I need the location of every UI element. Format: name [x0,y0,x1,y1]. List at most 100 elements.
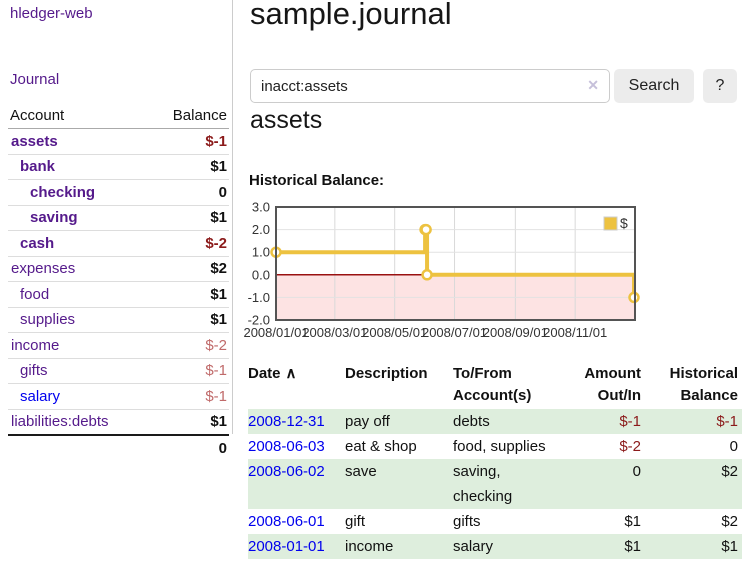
register-header-date[interactable]: Date∧ [248,363,345,408]
register-row: 2008-01-01 income salary $1 $1 [248,534,742,559]
accounts-total-value: 0 [219,440,227,457]
account-link-supplies[interactable]: supplies [10,311,75,328]
svg-text:2008/03/01: 2008/03/01 [302,325,367,340]
register-row: 2008-06-03 eat & shop food, supplies $-2… [248,434,742,459]
nav-journal-link[interactable]: Journal [10,71,59,88]
balance-cell: $2 [641,459,742,509]
register-header-balance: Historical Balance [641,363,742,408]
account-balance: $1 [210,209,227,226]
account-link-liabilities-debts[interactable]: liabilities:debts [10,413,109,430]
sort-asc-icon: ∧ [286,365,297,382]
account-row: income $-2 [8,332,229,358]
historical-balance-chart: $3.02.01.00.0-1.0-2.02008/01/012008/03/0… [248,200,742,345]
account-link-income[interactable]: income [10,337,59,354]
account-cell: salary [453,534,573,559]
date-link[interactable]: 2008-01-01 [248,538,325,555]
account-link-food[interactable]: food [10,286,49,303]
account-balance: $-1 [205,133,227,150]
date-link[interactable]: 2008-12-31 [248,413,325,430]
svg-text:2.0: 2.0 [252,222,270,237]
register-row: 2008-06-01 gift gifts $1 $2 [248,509,742,534]
accounts-header-account: Account [10,107,64,124]
description-cell: save [345,459,453,509]
date-link[interactable]: 2008-06-03 [248,438,325,455]
account-balance: $1 [210,286,227,303]
account-balance: $-1 [205,388,227,405]
search-input[interactable] [250,69,610,103]
date-link[interactable]: 2008-06-01 [248,513,325,530]
account-link-gifts[interactable]: gifts [10,362,48,379]
account-link-checking[interactable]: checking [10,184,95,201]
register-header-description: Description [345,363,453,408]
account-row: bank $1 [8,154,229,180]
balance-cell: $-1 [641,409,742,434]
register-header-amount: Amount Out/In [573,363,641,408]
account-link-cash[interactable]: cash [10,235,54,252]
balance-cell: $2 [641,509,742,534]
account-heading: assets [250,106,322,135]
account-cell: gifts [453,509,573,534]
account-cell: food, supplies [453,434,573,459]
accounts-table-header: Account Balance [8,102,229,129]
accounts-table: Account Balance assets $-1 bank $1 check… [8,102,229,461]
page-title: sample.journal [250,0,452,32]
clear-search-icon[interactable]: ✕ [587,77,599,94]
accounts-header-balance: Balance [173,107,227,124]
svg-text:2008/11/01: 2008/11/01 [543,325,607,340]
account-row: gifts $-1 [8,358,229,384]
amount-cell: $-1 [573,409,641,434]
balance-cell: $1 [641,534,742,559]
search-input-wrap: ✕ [250,69,610,103]
account-link-bank[interactable]: bank [10,158,55,175]
search-button[interactable]: Search [614,69,694,103]
main-content: sample.journal ✕ Search ? assets Histori… [248,0,742,582]
sidebar: hledger-web Journal Account Balance asse… [0,0,233,582]
sidebar-divider [232,0,233,434]
account-link-assets[interactable]: assets [10,133,58,150]
account-row: assets $-1 [8,129,229,154]
date-link[interactable]: 2008-06-02 [248,463,325,480]
help-button[interactable]: ? [703,69,737,103]
brand-link[interactable]: hledger-web [10,5,93,22]
account-row: checking 0 [8,179,229,205]
svg-text:2008/05/01: 2008/05/01 [362,325,427,340]
account-balance: $1 [210,413,227,430]
description-cell: gift [345,509,453,534]
account-link-saving[interactable]: saving [10,209,78,226]
account-row: liabilities:debts $1 [8,409,229,435]
account-row: supplies $1 [8,307,229,333]
description-cell: income [345,534,453,559]
account-link-expenses[interactable]: expenses [10,260,75,277]
svg-text:0.0: 0.0 [252,267,270,282]
search-form: ✕ Search ? [250,69,742,103]
account-row: salary $-1 [8,383,229,409]
register-header-row: Date∧ Description To/From Account(s) Amo… [248,363,742,408]
account-balance: $2 [210,260,227,277]
chart-title: Historical Balance: [249,172,384,189]
amount-cell: $-2 [573,434,641,459]
svg-text:-1.0: -1.0 [248,290,270,305]
account-cell: debts [453,409,573,434]
account-row: expenses $2 [8,256,229,282]
account-balance: 0 [219,184,227,201]
app-root: hledger-web Journal Account Balance asse… [0,0,742,582]
accounts-total-row: 0 [8,434,229,461]
register-row: 2008-12-31 pay off debts $-1 $-1 [248,409,742,434]
register-header-account: To/From Account(s) [453,363,573,408]
svg-text:2008/09/01: 2008/09/01 [483,325,548,340]
amount-cell: 0 [573,459,641,509]
account-balance: $-2 [205,235,227,252]
account-row: cash $-2 [8,230,229,256]
balance-cell: 0 [641,434,742,459]
account-balance: $-2 [205,337,227,354]
account-balance: $1 [210,311,227,328]
account-link-salary[interactable]: salary [10,388,60,405]
account-cell: saving, checking [453,459,573,509]
svg-text:2008/01/01: 2008/01/01 [243,325,308,340]
amount-cell: $1 [573,509,641,534]
amount-cell: $1 [573,534,641,559]
description-cell: pay off [345,409,453,434]
svg-text:2008/07/01: 2008/07/01 [422,325,487,340]
account-balance: $-1 [205,362,227,379]
account-row: food $1 [8,281,229,307]
